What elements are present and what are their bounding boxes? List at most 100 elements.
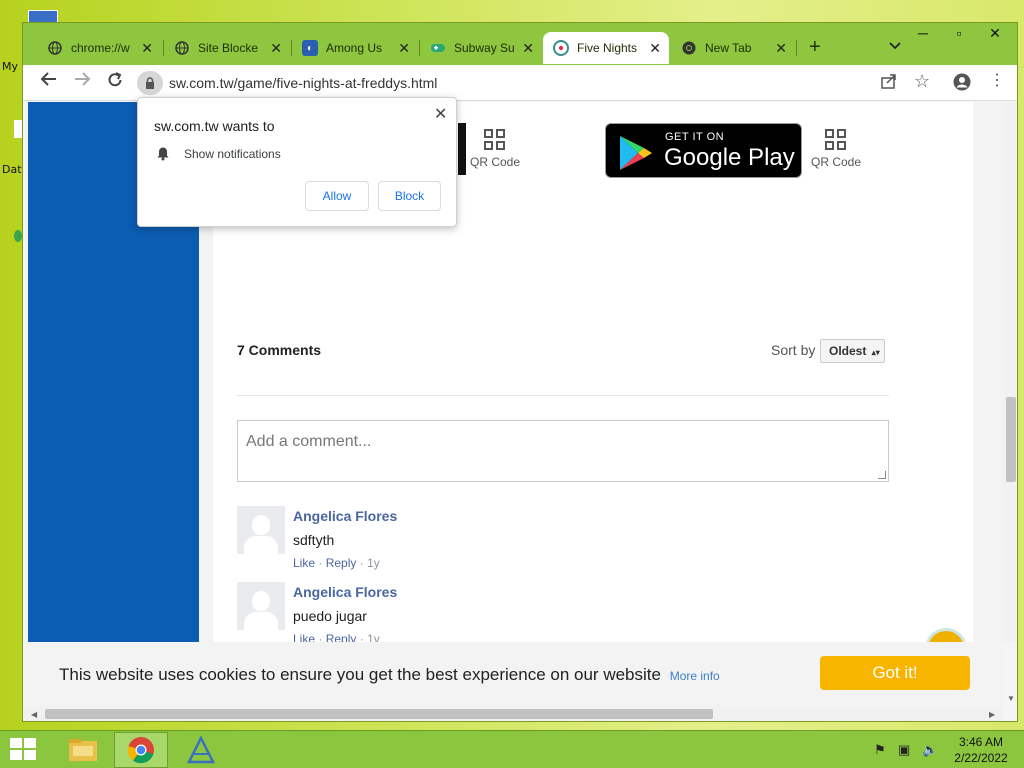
close-window-button[interactable]: ✕ (977, 25, 1013, 42)
tab-among-us[interactable]: ◐ Among Us ✕ (292, 33, 418, 63)
tab-new-tab[interactable]: New Tab ✕ (671, 33, 795, 63)
action-center-flag-icon[interactable]: ⚑ (874, 742, 886, 758)
like-link[interactable]: Like (293, 632, 315, 642)
app-icon[interactable] (14, 230, 22, 242)
permission-description: Show notifications (184, 147, 281, 161)
tab-chrome-settings[interactable]: chrome://w ✕ (37, 33, 161, 63)
tab-label: Site Blocke (198, 41, 259, 55)
popup-title: sw.com.tw wants to (154, 118, 275, 134)
title-bar: chrome://w ✕ Site Blocke ✕ ◐ Among Us ✕ … (23, 23, 1017, 65)
browser-toolbar: sw.com.tw/game/five-nights-at-freddys.ht… (23, 65, 1017, 101)
comments-count: 7 Comments (237, 342, 322, 358)
forward-button[interactable] (70, 71, 94, 92)
vertical-scroll-thumb[interactable] (1006, 397, 1016, 482)
app-taskbar-icon[interactable] (174, 732, 228, 768)
new-tab-button[interactable]: + (809, 36, 821, 59)
comment-age[interactable]: 1y (367, 632, 380, 642)
reply-link[interactable]: Reply (326, 556, 357, 570)
reply-link[interactable]: Reply (326, 632, 357, 642)
close-tab-icon[interactable]: ✕ (398, 40, 410, 57)
qr-code-label: QR Code (810, 155, 862, 169)
profile-avatar-icon[interactable] (953, 73, 971, 95)
store-badge-small-text: GET IT ON (665, 131, 725, 143)
comment-age[interactable]: 1y (367, 556, 380, 570)
close-tab-icon[interactable]: ✕ (141, 40, 153, 57)
globe-icon (174, 40, 190, 56)
qr-code-link[interactable]: QR Code (465, 129, 525, 169)
sort-select[interactable]: Oldest ▴▾ (820, 339, 885, 363)
minimize-button[interactable]: ─ (905, 25, 941, 41)
close-tab-icon[interactable]: ✕ (522, 40, 534, 57)
store-badge-title: Google Play (664, 144, 795, 171)
got-it-button[interactable]: Got it! (820, 656, 970, 690)
comment-placeholder: Add a comment... (246, 433, 372, 450)
network-icon[interactable]: ▣ (898, 742, 910, 758)
clock-time: 3:46 AM (958, 735, 1004, 749)
comment-actions: Like · Reply · 1y (293, 556, 380, 570)
bookmark-star-icon[interactable]: ☆ (914, 71, 930, 92)
close-icon[interactable]: ✕ (434, 104, 447, 124)
start-windows-icon[interactable] (10, 738, 38, 762)
scroll-down-arrow-icon[interactable]: ▼ (1007, 694, 1015, 703)
reload-button[interactable] (103, 71, 127, 94)
tab-site-blocker[interactable]: Site Blocke ✕ (164, 33, 290, 63)
notification-permission-popup: sw.com.tw wants to ✕ Show notifications … (137, 97, 457, 227)
folder-icon[interactable] (14, 120, 22, 138)
comment-input[interactable]: Add a comment... (237, 420, 889, 482)
avatar[interactable] (237, 506, 285, 554)
comment-item: Angelica Flores puedo jugar Like · Reply… (237, 582, 857, 642)
qr-code-icon (825, 129, 847, 151)
comment-actions: Like · Reply · 1y (293, 632, 380, 642)
url-text: sw.com.tw/game/five-nights-at-freddys.ht… (169, 75, 438, 91)
chrome-taskbar-icon[interactable] (114, 732, 168, 768)
comment-text: sdftyth (293, 532, 335, 548)
allow-button[interactable]: Allow (305, 181, 369, 211)
tab-label: chrome://w (71, 41, 130, 55)
tab-five-nights[interactable]: Five Nights ✕ (543, 32, 669, 64)
desktop-icon-label: My (2, 60, 19, 73)
comment-author[interactable]: Angelica Flores (293, 584, 397, 600)
tab-label: Among Us (326, 41, 383, 55)
google-play-badge[interactable]: GET IT ON Google Play (605, 123, 802, 178)
scroll-right-arrow-icon[interactable]: ▶ (989, 710, 995, 719)
app-icon: ◐ (302, 40, 318, 56)
like-link[interactable]: Like (293, 556, 315, 570)
share-icon[interactable] (881, 73, 897, 93)
lock-icon[interactable] (137, 71, 163, 95)
chrome-icon (681, 40, 697, 56)
file-explorer-taskbar-icon[interactable] (56, 732, 110, 768)
qr-code-link[interactable]: QR Code (806, 129, 866, 169)
globe-icon (47, 40, 63, 56)
comment-item: Angelica Flores sdftyth Like · Reply · 1… (237, 506, 857, 576)
sort-by-label: Sort by (771, 342, 816, 358)
bell-icon (156, 146, 170, 164)
horizontal-scrollbar[interactable]: ◀ ▶ (23, 706, 1003, 721)
volume-muted-icon[interactable]: 🔈 (922, 742, 938, 758)
system-clock[interactable]: 3:46 AM 2/22/2022 (948, 734, 1014, 766)
maximize-button[interactable]: ▫ (941, 25, 977, 41)
resize-handle-icon[interactable] (878, 471, 886, 479)
vertical-scrollbar[interactable] (1003, 102, 1017, 642)
horizontal-scroll-thumb[interactable] (45, 709, 713, 719)
scroll-left-arrow-icon[interactable]: ◀ (31, 710, 37, 719)
block-button[interactable]: Block (378, 181, 441, 211)
back-button[interactable] (37, 71, 61, 92)
close-tab-icon[interactable]: ✕ (775, 40, 787, 57)
comment-author[interactable]: Angelica Flores (293, 508, 397, 524)
avatar[interactable] (237, 582, 285, 630)
google-play-icon (620, 136, 652, 170)
sort-select-value: Oldest (829, 344, 867, 358)
menu-kebab-icon[interactable]: ⋮ (989, 70, 1005, 90)
qr-code-icon (484, 129, 506, 151)
more-info-link[interactable]: More info (670, 669, 720, 683)
tab-subway-surfers[interactable]: Subway Su ✕ (420, 33, 542, 63)
tab-search-chevron-icon[interactable] (889, 39, 901, 53)
clock-date: 2/22/2022 (954, 751, 1008, 765)
address-bar[interactable]: sw.com.tw/game/five-nights-at-freddys.ht… (135, 69, 875, 97)
cookie-message: This website uses cookies to ensure you … (59, 665, 720, 685)
close-tab-icon[interactable]: ✕ (649, 40, 661, 57)
tab-label: Five Nights (577, 41, 638, 55)
divider (237, 395, 889, 396)
close-tab-icon[interactable]: ✕ (270, 40, 282, 57)
tab-label: New Tab (705, 41, 752, 55)
